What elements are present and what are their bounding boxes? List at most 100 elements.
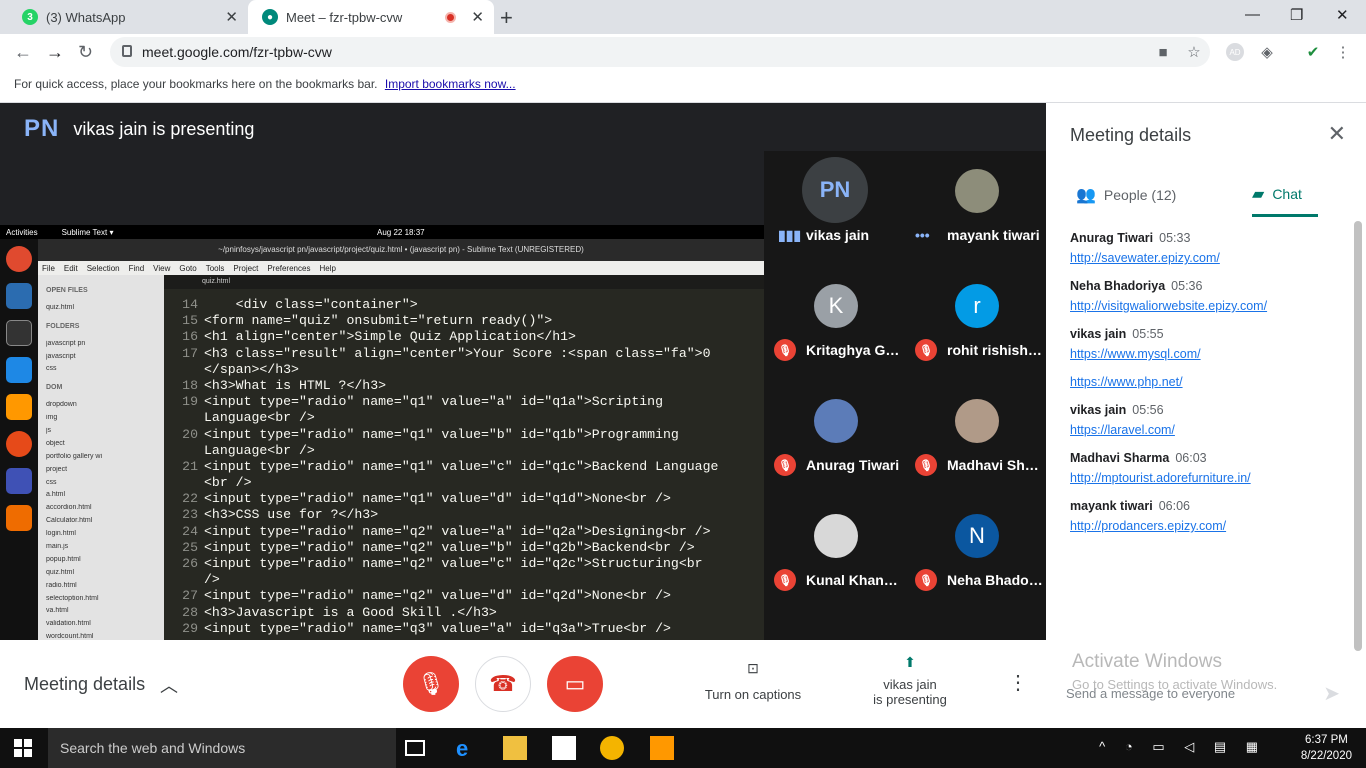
send-icon[interactable]: ➤: [1323, 681, 1340, 706]
message-header: Anurag Tiwari 05:33: [1070, 231, 1340, 245]
tab-whatsapp[interactable]: 3 (3) WhatsApp ✕: [8, 0, 248, 34]
maximize-button[interactable]: ❐: [1290, 6, 1303, 24]
sidebar-file-item: accordion.html: [46, 504, 92, 512]
chat-link[interactable]: https://laravel.com/: [1070, 423, 1340, 437]
edge-icon[interactable]: e: [456, 736, 480, 761]
screenshot-icon: [6, 468, 32, 494]
captions-icon: ⊡: [747, 660, 759, 676]
code-line: />: [164, 572, 764, 588]
chat-scrollbar[interactable]: [1354, 221, 1362, 651]
postman-icon: [6, 431, 32, 457]
shield-icon[interactable]: ✔: [1304, 43, 1322, 61]
chrome-taskbar-icon[interactable]: [600, 736, 624, 760]
menu-item: Selection: [86, 263, 120, 273]
participant-name: Anurag Tiwari: [806, 457, 900, 473]
import-bookmarks-link[interactable]: Import bookmarks now...: [385, 77, 516, 91]
participant-name: rohit rishishwar: [947, 342, 1043, 358]
line-text: <h3>What is HTML ?</h3>: [204, 377, 387, 393]
reload-icon[interactable]: ↻: [78, 42, 93, 63]
participant-tile[interactable]: 🎙 Kunal Khande...: [764, 496, 905, 611]
participant-tile[interactable]: r 🎙 rohit rishishwar: [905, 266, 1046, 381]
line-number: 21: [182, 458, 198, 474]
leave-call-button[interactable]: ☎: [475, 656, 531, 712]
line-text: <h3>CSS use for ?</h3>: [204, 507, 379, 523]
taskbar-search[interactable]: Search the web and Windows: [48, 728, 396, 768]
extension-icon[interactable]: ◈: [1258, 43, 1276, 61]
code-line: 16 <h1 align="center">Simple Quiz Applica…: [164, 329, 764, 345]
meeting-details-button[interactable]: Meeting details: [24, 674, 145, 695]
chevron-up-icon[interactable]: ︿: [160, 672, 178, 698]
file-explorer-icon[interactable]: [503, 736, 527, 760]
line-text: </span></h3>: [204, 361, 299, 377]
tab-meet[interactable]: ● Meet – fzr-tpbw-cvw ✕: [248, 0, 494, 34]
camera-blocked-icon[interactable]: ■: [1154, 43, 1172, 61]
line-number: 14: [182, 297, 198, 312]
participant-tile[interactable]: 🎙 Madhavi Shar...: [905, 381, 1046, 496]
captions-button[interactable]: ⊡ Turn on captions: [700, 660, 806, 702]
captions-label: Turn on captions: [704, 687, 802, 702]
code-line: 17 <h3 class="result" align="center">Your…: [164, 346, 764, 362]
line-text: <input type="radio" name="q1" value="b" …: [204, 426, 679, 442]
chat-icon: ▰: [1252, 185, 1265, 203]
profile-avatar[interactable]: AD: [1226, 43, 1244, 61]
menu-icon[interactable]: ⋮: [1334, 43, 1352, 61]
tab-people[interactable]: 👥 People (12): [1076, 173, 1176, 217]
chat-link[interactable]: http://visitgwaliorwebsite.epizy.com/: [1070, 299, 1340, 313]
menu-item: Goto: [179, 263, 197, 273]
participant-tile[interactable]: 🎙 Anurag Tiwari: [764, 381, 905, 496]
forward-icon[interactable]: →: [46, 42, 64, 63]
sidebar-file-item: javascript: [46, 352, 76, 360]
sidebar-file-item: popup.html: [46, 555, 81, 563]
chat-message: vikas jain 05:55 https://www.mysql.com/htt…: [1070, 327, 1340, 389]
participant-tile[interactable]: PN ▮▮▮ vikas jain: [764, 151, 905, 266]
close-tab-icon[interactable]: ✕: [225, 8, 238, 26]
avatar: [814, 514, 858, 558]
chat-link[interactable]: https://www.mysql.com/: [1070, 347, 1340, 361]
task-view-icon[interactable]: [405, 740, 425, 756]
mic-toggle-button[interactable]: 🎙: [403, 656, 459, 712]
tab-chat[interactable]: ▰ Chat: [1252, 173, 1318, 217]
gnome-top-bar: Activities Sublime Text ▾ Aug 22 18:37: [0, 225, 764, 239]
windows-start-icon[interactable]: [14, 739, 32, 757]
sidebar-file-item: portfolio gallery wi: [46, 452, 103, 460]
sidebar-file-item: radio.html: [46, 581, 77, 589]
mic-muted-icon: 🎙: [774, 569, 796, 591]
chat-input[interactable]: Send a message to everyone: [1066, 686, 1235, 701]
more-options-icon[interactable]: ⋮: [1008, 670, 1028, 695]
line-text: <input type="radio" name="q1" value="a" …: [204, 394, 663, 410]
line-number: 15: [182, 313, 198, 329]
line-number: 29: [182, 620, 198, 636]
participant-tile[interactable]: ••• mayank tiwari: [905, 151, 1046, 266]
camera-toggle-button[interactable]: ▭: [547, 656, 603, 712]
chat-link[interactable]: http://prodancers.epizy.com/: [1070, 519, 1340, 533]
participant-grid: PN ▮▮▮ vikas jain ••• mayank tiwari K 🎙 Kritagh…: [764, 151, 1046, 640]
line-text: Language<br />: [204, 442, 315, 458]
close-tab-icon[interactable]: ✕: [471, 8, 484, 26]
system-tray[interactable]: ^ ◔ ▭ ◁ ▤ ▦: [1099, 739, 1266, 755]
menu-item: Find: [128, 263, 145, 273]
back-icon[interactable]: ←: [14, 42, 32, 63]
minimize-button[interactable]: —: [1245, 6, 1260, 23]
tab-title: Meet – fzr-tpbw-cvw: [286, 9, 403, 25]
new-tab-button[interactable]: +: [500, 5, 513, 31]
files-icon: [6, 283, 32, 309]
sublime-menu-bar: File Edit Selection Find View Goto Tools…: [38, 261, 764, 275]
close-panel-icon[interactable]: ✕: [1328, 121, 1346, 147]
bookmark-star-icon[interactable]: ☆: [1185, 43, 1203, 61]
participant-tile[interactable]: N 🎙 Neha Bhadori...: [905, 496, 1046, 611]
store-icon[interactable]: [552, 736, 576, 760]
participant-tile[interactable]: K 🎙 Kritaghya Gup...: [764, 266, 905, 381]
url-field[interactable]: meet.google.com/fzr-tpbw-cvw: [110, 37, 1210, 67]
chat-link[interactable]: http://mptourist.adorefurniture.in/: [1070, 471, 1340, 485]
chat-link[interactable]: https://www.php.net/: [1070, 375, 1340, 389]
sublime-taskbar-icon[interactable]: [650, 736, 674, 760]
chat-link[interactable]: http://savewater.epizy.com/: [1070, 251, 1340, 265]
sidebar-file-item: a.html: [46, 491, 66, 499]
taskbar-clock[interactable]: 6:37 PM 8/22/2020: [1301, 732, 1352, 764]
chat-message-list: Anurag Tiwari 05:33 http://savewater.epizy…: [1070, 231, 1340, 547]
shared-screen: Activities Sublime Text ▾ Aug 22 18:37 ~…: [0, 225, 764, 640]
present-button[interactable]: ⬆ vikas jain is presenting: [860, 654, 960, 707]
close-window-button[interactable]: ✕: [1336, 6, 1349, 24]
people-tab-label: People (12): [1103, 187, 1177, 203]
avatar: N: [955, 514, 999, 558]
